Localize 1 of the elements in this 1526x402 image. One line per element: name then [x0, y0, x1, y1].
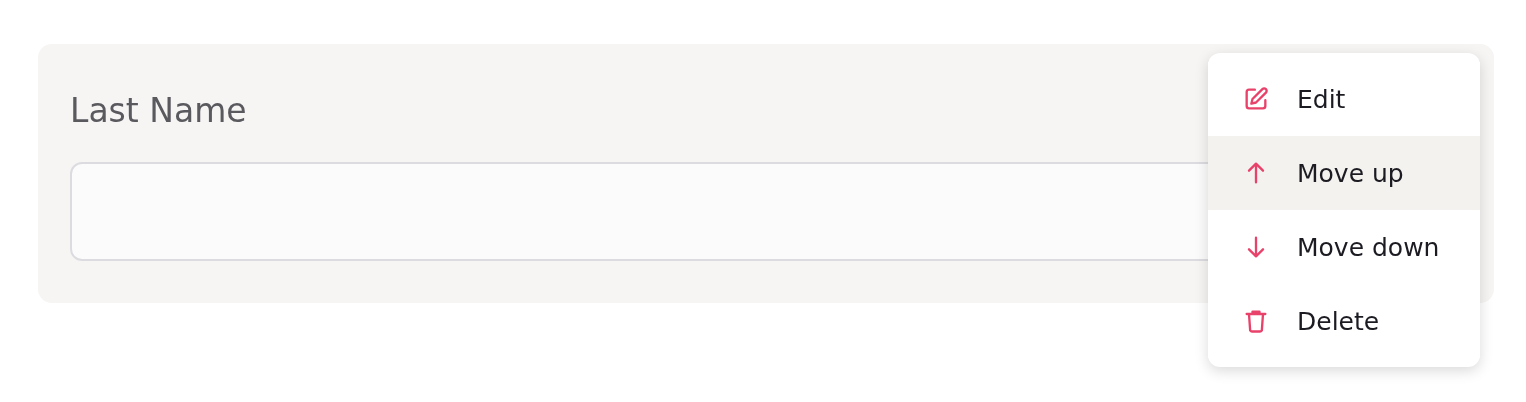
field-label: Last Name [70, 90, 247, 132]
